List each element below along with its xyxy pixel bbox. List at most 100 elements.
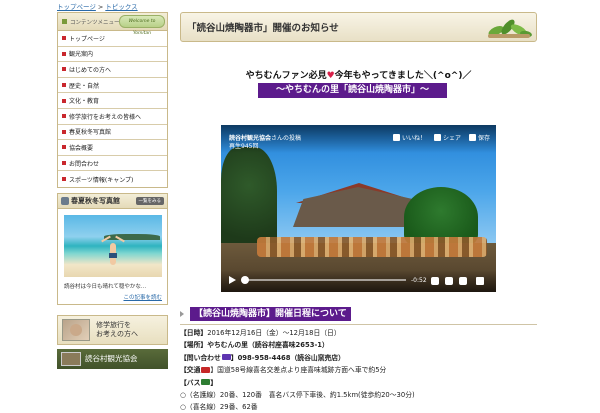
school-trip-banner[interactable]: 修学旅行を お考えの方へ [57,314,168,345]
contact-value: 】098-958-4468（読谷山窯売店） [230,353,345,362]
bullet-icon [62,114,66,119]
intro-text-post: 今年もやってきました＼(^o^)／ [334,71,472,81]
view-list-button[interactable]: 一覧をみる [135,196,164,205]
video-progress-bar[interactable] [243,279,406,281]
volume-icon[interactable] [445,277,453,285]
bus-route-2: ○（喜名線）29番、62番 [180,403,258,412]
students-photo [62,318,90,341]
sidebar-item-label: トップページ [69,35,105,43]
video-posted-suffix: さんの投稿 [271,135,302,142]
heart-icon: ♥ [326,71,335,81]
sidebar-item-about[interactable]: 協会概要 [58,140,167,156]
bullet-icon [62,36,66,41]
bullet-icon [62,83,66,88]
sidebar-item-first-visit[interactable]: はじめての方へ [58,62,167,78]
schedule-section-title: 【読谷山焼陶器市】開催日程について [190,307,351,321]
date-label: 【日時】 [180,329,208,337]
content-menu-header: コンテンツメニュー Welcome to Yomitan [58,13,167,36]
tourism-association-banner[interactable]: 読谷村観光協会 [57,348,168,369]
breadcrumb-home-link[interactable]: トップページ [57,3,96,11]
breadcrumb: トップページ > トピックス [57,1,138,11]
detail-bus: 【バス】 [180,377,537,389]
sidebar-item-school-trip[interactable]: 修学旅行をお考えの皆様へ [58,108,167,125]
share-button[interactable]: シェア [433,133,461,142]
bus-value: 】 [210,378,218,387]
thumbs-up-icon [392,134,400,141]
sidebar-item-label: 春夏秋冬写真館 [69,129,112,137]
page-title-bar: 「読谷山焼陶器市」開催のお知らせ [180,12,537,42]
bullet-icon [62,51,66,56]
intro-text: やちむんファン必見♥今年もやってきました＼(^o^)／ [180,68,537,81]
play-icon[interactable] [229,276,236,284]
save-button[interactable]: 保存 [468,133,490,142]
event-highlight-banner: 〜やちむんの里「読谷山焼陶器市」〜 [258,83,447,98]
traffic-value: 】国道58号線喜名交差点より座喜味城跡方面へ車で約5分 [210,366,387,375]
bullet-icon [62,129,66,134]
save-label: 保存 [477,135,490,142]
association-photo [61,351,81,366]
video-view-count: 再生945回 [229,143,259,150]
sidebar-item-contact[interactable]: お問合わせ [58,155,167,172]
sidebar-item-label: 文化・教育 [69,98,100,106]
camera-icon [61,196,69,205]
phone-icon [221,354,231,361]
content-menu: コンテンツメニュー Welcome to Yomitan トップページ 観光案内… [57,12,168,188]
settings-gear-icon[interactable] [431,277,439,285]
welcome-badge: Welcome to Yomitan [119,15,165,36]
sidebar-item-culture-education[interactable]: 文化・教育 [58,93,167,109]
menu-square-icon [62,19,67,24]
main-content: 「読谷山焼陶器市」開催のお知らせ やちむんファン必見♥今年もやってきました＼(^… [180,12,537,411]
date-value: 2016年12月16日（金）〜12月18日（日） [207,329,341,337]
like-label: いいね！ [401,135,426,142]
schedule-section-header: 【読谷山焼陶器市】開催日程について [180,306,537,322]
sidebar-item-label: 歴史・自然 [69,82,100,90]
photo-gallery-title: 春夏秋冬写真館 [71,196,120,205]
sidebar-item-tourism[interactable]: 観光案内 [58,46,167,63]
breadcrumb-current-link[interactable]: トピックス [105,3,137,11]
fullscreen-icon[interactable] [459,277,467,285]
facebook-video-player[interactable]: 読谷村観光協会さんの投稿 再生945回 いいね！ シェア 保存 -0:52 [221,125,496,292]
sidebar-item-photo-gallery[interactable]: 春夏秋冬写真館 [58,124,167,141]
video-actions: いいね！ シェア 保存 [392,133,490,142]
sidebar-item-label: スポーツ情報(キャンプ) [69,176,134,184]
sidebar-item-label: 協会概要 [69,144,94,152]
breadcrumb-separator: > [97,3,104,11]
arrow-right-icon [180,311,184,317]
contact-label: 【問い合わせ [180,353,221,362]
share-label: シェア [442,135,461,142]
detail-place: 【場所】やちむんの里（読谷村座喜味2653-1） [180,339,537,351]
school-trip-banner-line1: 修学旅行を [96,320,131,329]
bus-label: 【バス [180,378,201,387]
share-icon [433,134,441,141]
sidebar-item-label: 修学旅行をお考えの皆様へ [69,113,142,121]
photo-caption: 読谷村は今日も晴れて穏やかな... [64,283,147,290]
bookmark-icon [468,134,476,141]
facebook-logo-icon[interactable] [476,277,484,285]
like-button[interactable]: いいね！ [392,133,426,142]
tourism-association-label: 読谷村観光協会 [85,354,138,364]
event-details: 【日時】2016年12月16日（金）〜12月18日（日） 【場所】やちむんの里（… [180,327,537,413]
detail-traffic: 【交通 】国道58号線喜名交差点より座喜味城跡方面へ車で約5分 [180,364,537,376]
school-trip-banner-line2: お考えの方へ [96,329,138,338]
detail-date: 【日時】2016年12月16日（金）〜12月18日（日） [180,327,537,339]
sidebar-item-label: はじめての方へ [69,66,112,74]
photo-gallery-widget: 春夏秋冬写真館 一覧をみる 読谷村は今日も晴れて穏やかな... この記事を読む [57,192,168,305]
sidebar: コンテンツメニュー Welcome to Yomitan トップページ 観光案内… [57,12,168,369]
bullet-icon [62,145,66,150]
bullet-icon [62,98,66,103]
read-article-link[interactable]: この記事を読む [123,293,162,301]
beach-photo[interactable] [64,214,162,277]
place-label: 【場所】 [180,341,208,350]
photo-gallery-header: 春夏秋冬写真館 一覧をみる [58,193,167,209]
section-divider [180,324,537,325]
sidebar-item-label: お問合わせ [69,160,100,168]
sidebar-item-history-nature[interactable]: 歴史・自然 [58,77,167,94]
bullet-icon [62,177,66,182]
traffic-label: 【交通 [180,366,201,375]
sidebar-item-sports[interactable]: スポーツ情報(キャンプ) [58,171,167,187]
pottery-display [257,237,487,257]
video-remaining-time: -0:52 [411,277,427,284]
intro-text-pre: やちむんファン必見 [245,71,327,81]
detail-contact: 【問い合わせ 】098-958-4468（読谷山窯売店） [180,352,537,364]
video-scrub-handle[interactable] [241,276,249,284]
